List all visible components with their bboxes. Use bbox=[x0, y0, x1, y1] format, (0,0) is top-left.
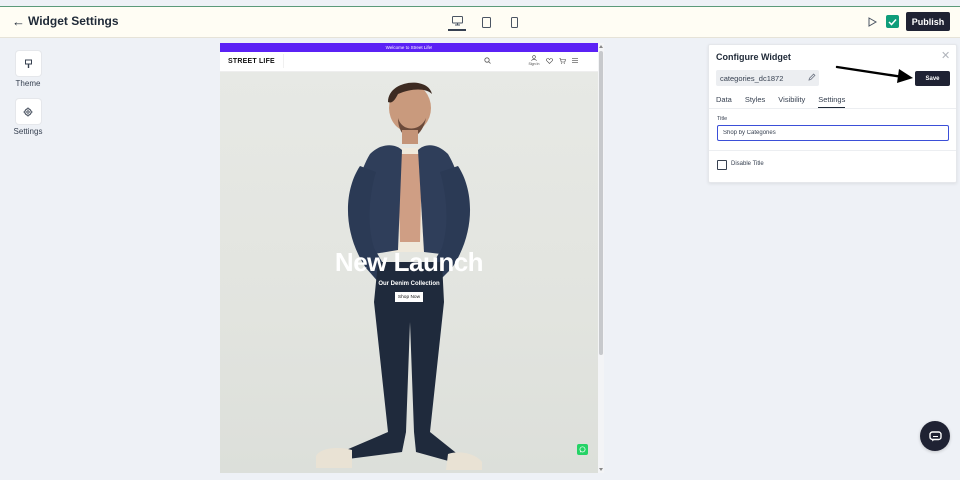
site-logo[interactable]: STREET LIFE bbox=[228, 58, 275, 65]
save-button[interactable]: Save bbox=[915, 71, 950, 86]
publish-button[interactable]: Publish bbox=[906, 12, 950, 31]
check-icon bbox=[888, 18, 897, 26]
chat-support-button[interactable] bbox=[920, 421, 950, 451]
disable-title-checkbox[interactable] bbox=[717, 160, 727, 170]
tab-data[interactable]: Data bbox=[716, 95, 732, 108]
rail-item-settings[interactable]: Settings bbox=[8, 99, 48, 136]
widget-id-field[interactable]: categories_dc1872 bbox=[716, 70, 819, 86]
hero-title: New Launch bbox=[334, 247, 484, 277]
whatsapp-button[interactable] bbox=[577, 444, 588, 455]
rail-theme-box[interactable] bbox=[15, 51, 41, 76]
title-field-label: Title bbox=[717, 116, 728, 122]
disable-title-label: Disable Title bbox=[731, 161, 764, 167]
gear-icon bbox=[23, 107, 33, 116]
desktop-icon bbox=[451, 16, 463, 26]
tabs-divider bbox=[709, 108, 956, 109]
desktop-view-button[interactable] bbox=[448, 13, 466, 31]
hero-banner[interactable]: New Launch Our Denim Collection Shop Now bbox=[220, 72, 598, 473]
sign-in-label: Sign In bbox=[528, 62, 540, 66]
panel-divider bbox=[709, 150, 956, 151]
panel-title: Configure Widget bbox=[716, 52, 791, 62]
tab-visibility[interactable]: Visibility bbox=[778, 95, 805, 108]
tablet-icon bbox=[481, 16, 491, 28]
header: ← Widget Settings Publish bbox=[0, 7, 960, 38]
close-icon[interactable]: ✕ bbox=[941, 51, 950, 62]
autosave-check-button[interactable] bbox=[886, 15, 899, 28]
panel-tabs: Data Styles Visibility Settings bbox=[716, 95, 858, 108]
whatsapp-icon bbox=[579, 446, 586, 453]
site-preview-canvas[interactable]: Welcome to Street Life! STREET LIFE Sign… bbox=[220, 43, 598, 473]
site-navbar: STREET LIFE Sign In bbox=[220, 52, 598, 72]
shop-now-button[interactable]: Shop Now bbox=[395, 292, 423, 302]
heart-icon[interactable] bbox=[546, 57, 553, 64]
tab-settings[interactable]: Settings bbox=[818, 95, 846, 108]
scroll-down-icon[interactable] bbox=[599, 468, 603, 471]
preview-button[interactable] bbox=[864, 14, 880, 30]
site-search-bar[interactable] bbox=[283, 54, 497, 68]
preview-scrollbar[interactable] bbox=[598, 43, 604, 473]
chat-icon bbox=[928, 430, 942, 441]
mobile-icon bbox=[510, 16, 518, 28]
search-icon[interactable] bbox=[484, 57, 491, 64]
back-arrow-icon[interactable]: ← bbox=[12, 15, 25, 29]
brush-icon bbox=[24, 59, 32, 68]
scroll-thumb[interactable] bbox=[599, 51, 603, 355]
configure-widget-panel: Configure Widget ✕ categories_dc1872 Sav… bbox=[708, 44, 957, 183]
page-title: Widget Settings bbox=[28, 14, 119, 28]
rail-label-theme: Theme bbox=[15, 79, 41, 88]
widget-id-value: categories_dc1872 bbox=[720, 74, 784, 83]
site-nav-icons: Sign In bbox=[528, 55, 578, 66]
rail-item-theme[interactable]: Theme bbox=[8, 51, 48, 88]
cart-icon[interactable] bbox=[559, 57, 566, 64]
scroll-up-icon[interactable] bbox=[599, 45, 603, 48]
title-input[interactable] bbox=[717, 125, 949, 141]
annotation-arrow-icon bbox=[835, 65, 913, 83]
hero-subtitle: Our Denim Collection bbox=[378, 281, 440, 287]
pencil-icon[interactable] bbox=[808, 73, 816, 81]
tablet-view-button[interactable] bbox=[477, 13, 495, 31]
sign-in-link[interactable]: Sign In bbox=[528, 55, 540, 66]
rail-label-settings: Settings bbox=[13, 127, 43, 136]
tab-styles[interactable]: Styles bbox=[745, 95, 765, 108]
mobile-view-button[interactable] bbox=[505, 13, 523, 31]
rail-settings-box[interactable] bbox=[15, 99, 41, 124]
play-icon bbox=[868, 17, 877, 27]
user-icon bbox=[531, 55, 537, 61]
menu-icon[interactable] bbox=[572, 58, 578, 63]
announcement-bar: Welcome to Street Life! bbox=[220, 43, 598, 52]
